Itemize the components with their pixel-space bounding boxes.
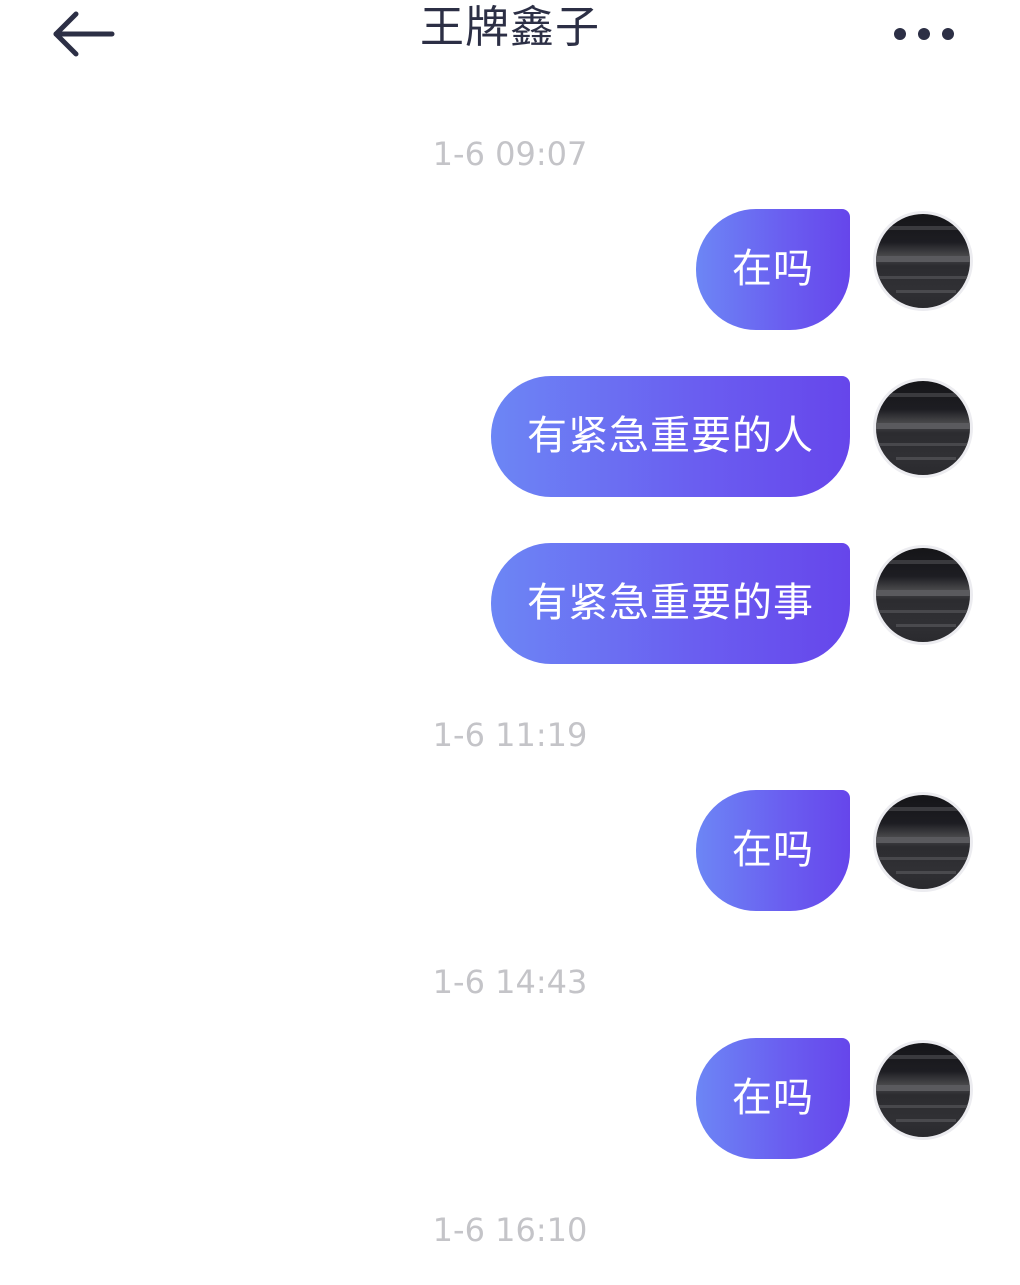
message-row: 有紧急重要的事: [0, 543, 1020, 667]
message-bubble[interactable]: 在吗: [696, 1038, 850, 1159]
message-row: 在吗: [0, 209, 1020, 333]
chat-title: 王牌鑫子: [420, 2, 600, 53]
message-bubble[interactable]: 有紧急重要的人: [491, 376, 850, 497]
message-row: 在吗: [0, 1038, 1020, 1162]
message-bubble[interactable]: 在吗: [696, 209, 850, 330]
avatar[interactable]: [873, 792, 973, 892]
timestamp: 1-6 09:07: [432, 135, 588, 173]
timestamp: 1-6 14:43: [432, 963, 588, 1001]
more-dots-icon: [894, 28, 954, 40]
more-button[interactable]: [884, 16, 964, 52]
avatar[interactable]: [873, 211, 973, 311]
message-row: 在吗: [0, 790, 1020, 914]
message-bubble[interactable]: 在吗: [696, 790, 850, 911]
avatar[interactable]: [873, 545, 973, 645]
message-row: 有紧急重要的人: [0, 376, 1020, 500]
timestamp: 1-6 11:19: [432, 716, 588, 754]
avatar[interactable]: [873, 378, 973, 478]
avatar[interactable]: [873, 1040, 973, 1140]
chat-header: 王牌鑫子: [0, 0, 1020, 70]
message-bubble[interactable]: 有紧急重要的事: [491, 543, 850, 664]
timestamp: 1-6 16:10: [432, 1211, 588, 1249]
